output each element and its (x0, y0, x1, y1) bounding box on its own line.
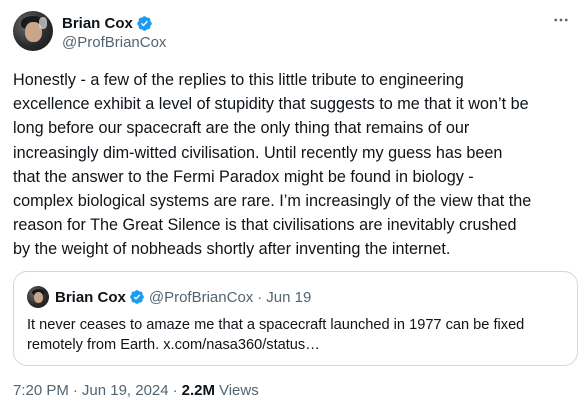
quote-author-name: Brian Cox (55, 288, 126, 306)
quote-separator: · (257, 288, 263, 306)
author-handle[interactable]: @ProfBrianCox (62, 34, 166, 51)
quote-author-handle: @ProfBrianCox (148, 288, 254, 306)
quote-header: Brian Cox @ProfBrianCox · Jun 19 (55, 287, 311, 307)
tweet-date[interactable]: Jun 19, 2024 (82, 382, 169, 399)
avatar-highlight (39, 17, 47, 29)
verified-badge-icon (137, 15, 152, 31)
tweet-header: Brian Cox @ProfBrianCox (13, 11, 573, 55)
tweet-text: Honestly - a few of the replies to this … (13, 71, 532, 259)
author-name-row: Brian Cox (62, 13, 153, 33)
avatar-face (34, 292, 43, 303)
author-avatar[interactable] (13, 11, 53, 51)
meta-separator: · (72, 382, 78, 399)
views-label: Views (218, 382, 259, 399)
quote-date: Jun 19 (266, 288, 312, 306)
author-name[interactable]: Brian Cox (62, 15, 133, 32)
tweet-meta: 7:20 PM · Jun 19, 2024 · 2.2M Views (13, 382, 259, 399)
meta-separator: · (172, 382, 178, 399)
ellipsis-icon[interactable] (549, 9, 573, 31)
views-count: 2.2M (181, 382, 215, 399)
quote-text: It never ceases to amaze me that a space… (27, 317, 525, 353)
verified-badge-icon (130, 290, 144, 304)
quoted-tweet[interactable]: Brian Cox @ProfBrianCox · Jun 19 It neve… (13, 271, 578, 366)
more-options-icon (554, 18, 568, 22)
tweet-time[interactable]: 7:20 PM (13, 382, 69, 399)
quote-author-avatar (27, 286, 49, 308)
